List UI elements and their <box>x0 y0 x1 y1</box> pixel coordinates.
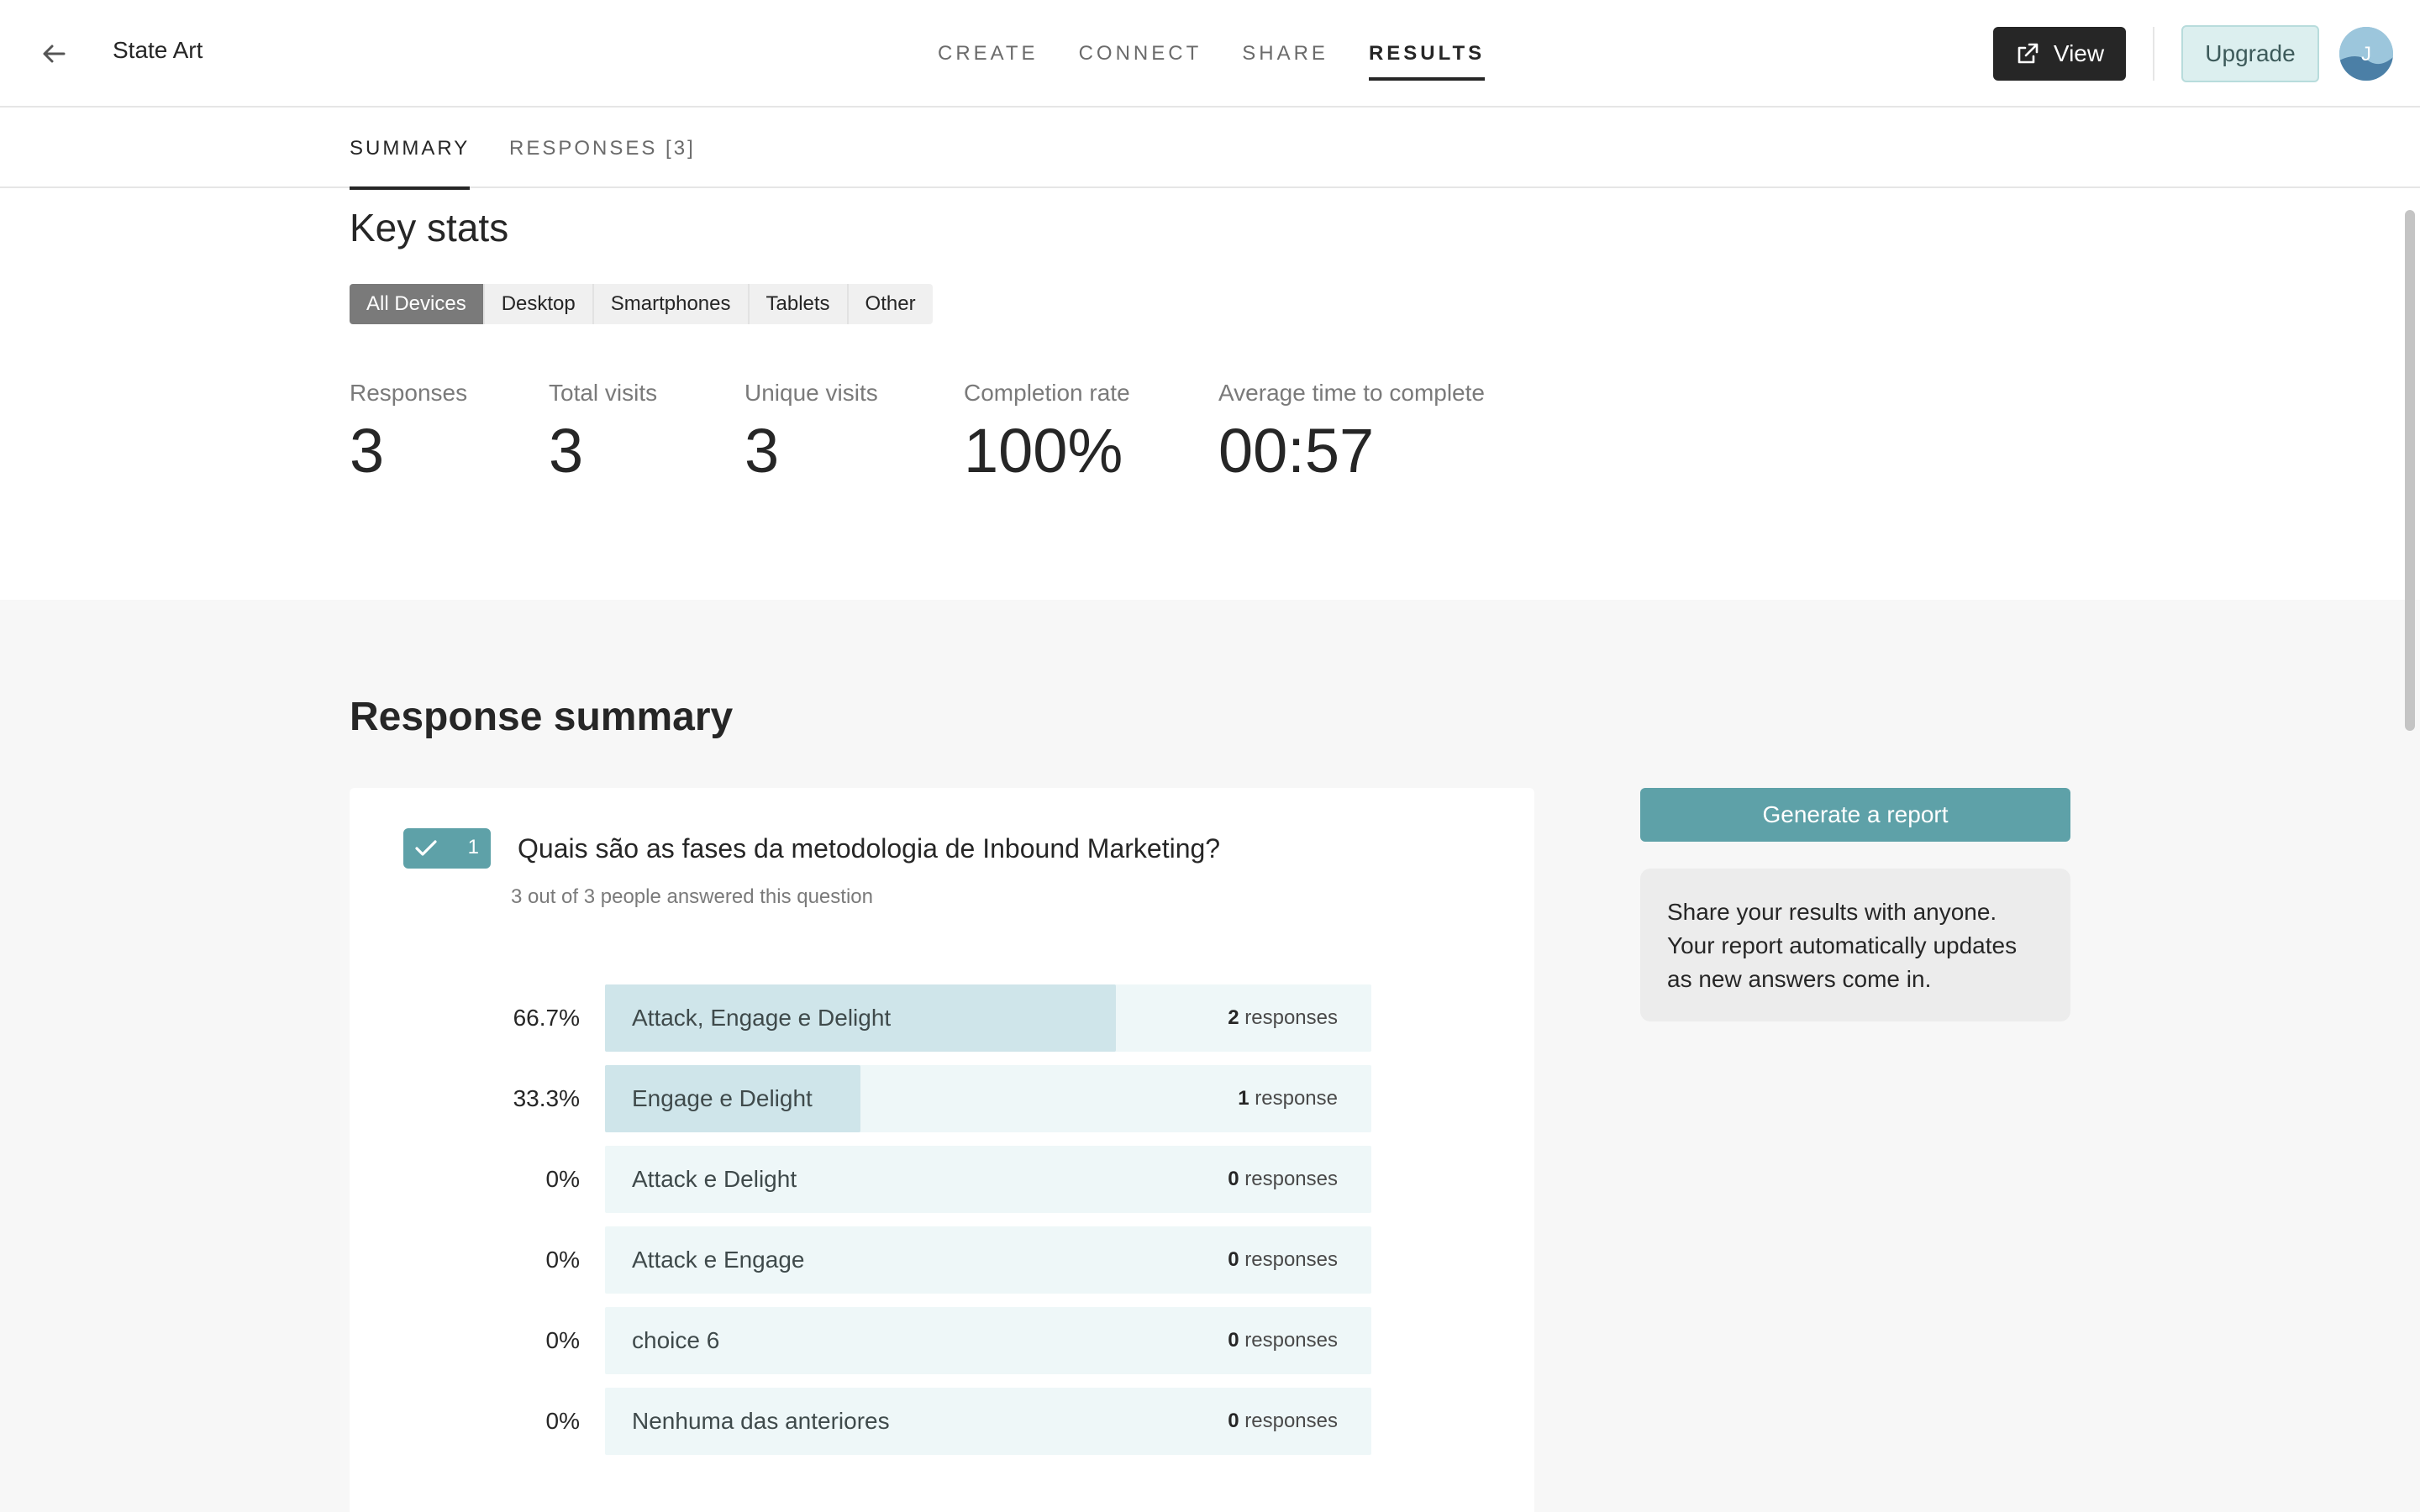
option-bar-track: Attack, Engage e Delight 2 responses <box>605 984 1371 1052</box>
option-count-unit: responses <box>1244 1329 1338 1352</box>
option-response-count: 0 responses <box>1228 1410 1338 1433</box>
external-link-icon <box>2018 43 2039 64</box>
stat-completion-rate: Completion rate 100% <box>964 380 1130 486</box>
back-button[interactable] <box>34 34 74 74</box>
stat-value: 3 <box>549 416 584 486</box>
option-bar-track: Engage e Delight 1 response <box>605 1065 1371 1132</box>
stat-label: Unique visits <box>744 380 878 406</box>
response-summary-section: Response summary 1 Quais são as fases da… <box>0 600 2420 1512</box>
top-bar: State Art CREATE CONNECT SHARE RESULTS V… <box>0 0 2420 108</box>
option-label: choice 6 <box>632 1327 720 1353</box>
option-count-number: 0 <box>1228 1410 1239 1432</box>
option-percentage: 66.7% <box>513 1005 580 1031</box>
stat-label: Completion rate <box>964 380 1130 406</box>
option-count-number: 0 <box>1228 1168 1239 1190</box>
option-count-unit: responses <box>1244 1006 1338 1029</box>
answer-option-row: 0% Attack e Delight 0 responses <box>350 1146 1534 1213</box>
question-number: 1 <box>467 836 479 858</box>
stat-unique-visits: Unique visits 3 <box>744 380 878 486</box>
option-count-number: 1 <box>1238 1087 1249 1110</box>
stat-value: 00:57 <box>1218 416 1375 486</box>
option-label: Attack, Engage e Delight <box>632 1005 892 1031</box>
answer-option-row: 0% choice 6 0 responses <box>350 1307 1534 1374</box>
question-card: 1 Quais são as fases da metodologia de I… <box>350 788 1534 1512</box>
option-count-unit: responses <box>1244 1248 1338 1271</box>
stat-value: 100% <box>964 416 1123 486</box>
option-label: Nenhuma das anteriores <box>632 1408 890 1434</box>
answer-option-row: 33.3% Engage e Delight 1 response <box>350 1065 1534 1132</box>
stat-value: 3 <box>350 416 385 486</box>
share-info-box: Share your results with anyone. Your rep… <box>1640 869 2070 1021</box>
filter-other[interactable]: Other <box>848 284 933 324</box>
form-title: State Art <box>113 37 203 63</box>
option-response-count: 0 responses <box>1228 1248 1338 1272</box>
question-badge: 1 <box>403 828 491 869</box>
option-label: Attack e Engage <box>632 1247 805 1273</box>
option-count-number: 2 <box>1228 1006 1239 1029</box>
option-label: Attack e Delight <box>632 1166 797 1192</box>
option-count-unit: responses <box>1244 1410 1338 1432</box>
option-percentage: 0% <box>545 1247 580 1273</box>
tab-responses[interactable]: RESPONSES [3] <box>509 109 696 188</box>
stat-label: Responses <box>350 380 468 406</box>
option-label: Engage e Delight <box>632 1085 813 1111</box>
checkmark-icon <box>415 840 437 856</box>
stat-value: 3 <box>744 416 780 486</box>
answer-option-row: 0% Nenhuma das anteriores 0 responses <box>350 1388 1534 1455</box>
option-response-count: 0 responses <box>1228 1168 1338 1191</box>
nav-connect[interactable]: CONNECT <box>1079 0 1202 108</box>
question-text: Quais são as fases da metodologia de Inb… <box>518 833 1221 864</box>
option-bar-track: Attack e Delight 0 responses <box>605 1146 1371 1213</box>
option-bar-track: Attack e Engage 0 responses <box>605 1226 1371 1294</box>
option-percentage: 0% <box>545 1166 580 1192</box>
device-filter: All Devices Desktop Smartphones Tablets … <box>350 284 933 324</box>
stat-average-time: Average time to complete 00:57 <box>1218 380 1485 486</box>
response-summary-title: Response summary <box>350 695 734 739</box>
tab-summary[interactable]: SUMMARY <box>350 109 471 190</box>
question-answered-count: 3 out of 3 people answered this question <box>511 885 873 908</box>
answer-option-row: 66.7% Attack, Engage e Delight 2 responses <box>350 984 1534 1052</box>
option-bar-track: Nenhuma das anteriores 0 responses <box>605 1388 1371 1455</box>
key-stats-section: Key stats All Devices Desktop Smartphone… <box>0 190 2420 600</box>
option-response-count: 0 responses <box>1228 1329 1338 1352</box>
nav-results[interactable]: RESULTS <box>1368 0 1486 108</box>
option-percentage: 33.3% <box>513 1085 580 1111</box>
generate-report-button[interactable]: Generate a report <box>1640 788 2070 842</box>
option-percentage: 0% <box>545 1327 580 1353</box>
main-nav: CREATE CONNECT SHARE RESULTS <box>938 0 1525 108</box>
option-count-unit: response <box>1255 1087 1338 1110</box>
stat-responses: Responses 3 <box>350 380 467 486</box>
key-stats-title: Key stats <box>350 206 509 249</box>
view-button-label: View <box>2053 40 2105 66</box>
header-divider <box>2153 27 2154 81</box>
scrollbar-thumb[interactable] <box>2405 210 2415 731</box>
option-response-count: 2 responses <box>1228 1006 1338 1030</box>
answer-option-row: 0% Attack e Engage 0 responses <box>350 1226 1534 1294</box>
nav-create[interactable]: CREATE <box>938 0 1039 108</box>
filter-smartphones[interactable]: Smartphones <box>593 284 750 324</box>
filter-desktop[interactable]: Desktop <box>484 284 594 324</box>
option-count-number: 0 <box>1228 1248 1239 1271</box>
option-bar-track: choice 6 0 responses <box>605 1307 1371 1374</box>
stat-total-visits: Total visits 3 <box>549 380 657 486</box>
option-count-number: 0 <box>1228 1329 1239 1352</box>
nav-share[interactable]: SHARE <box>1242 0 1328 108</box>
arrow-left-icon <box>43 45 66 63</box>
filter-tablets[interactable]: Tablets <box>749 284 849 324</box>
stat-label: Average time to complete <box>1218 380 1485 406</box>
avatar-image-icon: J <box>2339 27 2393 81</box>
view-button[interactable]: View <box>1993 27 2126 81</box>
results-subtabs: SUMMARY RESPONSES [3] <box>0 109 2420 190</box>
option-percentage: 0% <box>545 1408 580 1434</box>
option-response-count: 1 response <box>1238 1087 1338 1110</box>
avatar[interactable]: J <box>2339 27 2393 81</box>
upgrade-button[interactable]: Upgrade <box>2181 25 2319 82</box>
stat-label: Total visits <box>549 380 658 406</box>
avatar-initial: J <box>2361 43 2371 66</box>
option-count-unit: responses <box>1244 1168 1338 1190</box>
filter-all-devices[interactable]: All Devices <box>350 284 485 324</box>
